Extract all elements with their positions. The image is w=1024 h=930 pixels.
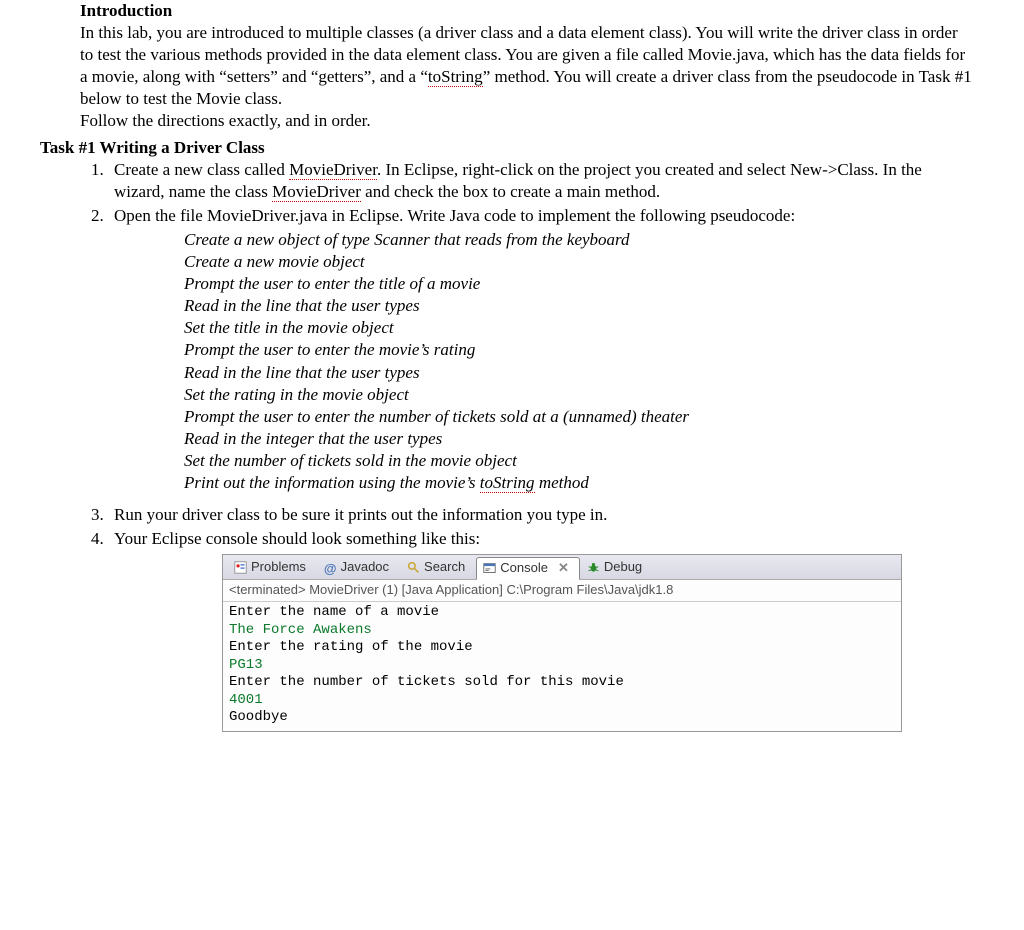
pseudo-last-a: Print out the information using the movi…	[184, 473, 480, 492]
step2-text: Open the file MovieDriver.java in Eclips…	[114, 206, 795, 225]
tab-problems-label: Problems	[251, 559, 306, 576]
tab-problems[interactable]: Problems	[227, 556, 317, 579]
console-icon	[483, 562, 496, 575]
document-page: Introduction In this lab, you are introd…	[0, 0, 1024, 754]
task-heading: Task #1 Writing a Driver Class	[40, 137, 1004, 159]
console-line: Goodbye	[229, 709, 895, 727]
console-line: PG13	[229, 657, 895, 675]
console-output: Enter the name of a movie The Force Awak…	[223, 602, 901, 731]
step1-text-c: and check the box to create a main metho…	[361, 182, 660, 201]
moviedriver-squiggle-2: MovieDriver	[272, 182, 361, 202]
intro-heading: Introduction	[80, 0, 1004, 22]
task-step-2: Open the file MovieDriver.java in Eclips…	[108, 205, 974, 494]
pseudo-line: Prompt the user to enter the movie’s rat…	[184, 339, 974, 361]
tostring-squiggle-1: toString	[428, 67, 483, 87]
tab-debug[interactable]: Debug	[580, 556, 653, 579]
pseudo-line: Print out the information using the movi…	[184, 472, 974, 494]
debug-icon	[587, 561, 600, 574]
console-status-line: <terminated> MovieDriver (1) [Java Appli…	[223, 580, 901, 602]
search-icon	[407, 561, 420, 574]
task-step-3: Run your driver class to be sure it prin…	[108, 504, 974, 526]
pseudo-line: Prompt the user to enter the title of a …	[184, 273, 974, 295]
eclipse-console-panel: Problems @ Javadoc Search	[222, 554, 902, 731]
console-line: Enter the number of tickets sold for thi…	[229, 674, 895, 692]
tab-javadoc[interactable]: @ Javadoc	[317, 556, 400, 579]
javadoc-icon: @	[324, 561, 337, 574]
pseudo-line: Create a new movie object	[184, 251, 974, 273]
tab-javadoc-label: Javadoc	[341, 559, 389, 576]
console-line: 4001	[229, 692, 895, 710]
pseudo-line: Create a new object of type Scanner that…	[184, 229, 974, 251]
tab-search-label: Search	[424, 559, 465, 576]
pseudocode-block: Create a new object of type Scanner that…	[184, 229, 974, 494]
tab-debug-label: Debug	[604, 559, 642, 576]
pseudo-line: Read in the integer that the user types	[184, 428, 974, 450]
close-icon[interactable]: ✕	[558, 560, 569, 577]
pseudo-line: Set the rating in the movie object	[184, 384, 974, 406]
task-step-1: Create a new class called MovieDriver. I…	[108, 159, 974, 203]
pseudo-line: Prompt the user to enter the number of t…	[184, 406, 974, 428]
console-line: Enter the rating of the movie	[229, 639, 895, 657]
intro-body: In this lab, you are introduced to multi…	[80, 22, 974, 132]
tab-console[interactable]: Console ✕	[476, 557, 580, 580]
console-line: The Force Awakens	[229, 622, 895, 640]
intro-follow: Follow the directions exactly, and in or…	[80, 111, 371, 130]
pseudo-line: Set the number of tickets sold in the mo…	[184, 450, 974, 472]
pseudo-line: Read in the line that the user types	[184, 295, 974, 317]
task-steps-list: Create a new class called MovieDriver. I…	[80, 159, 974, 732]
moviedriver-squiggle-1: MovieDriver	[289, 160, 377, 180]
task-step-4: Your Eclipse console should look somethi…	[108, 528, 974, 731]
problems-icon	[234, 561, 247, 574]
console-line: Enter the name of a movie	[229, 604, 895, 622]
step1-text-a: Create a new class called	[114, 160, 289, 179]
step4-text: Your Eclipse console should look somethi…	[114, 529, 480, 548]
pseudo-line: Set the title in the movie object	[184, 317, 974, 339]
eclipse-tab-bar: Problems @ Javadoc Search	[223, 555, 901, 580]
pseudo-line: Read in the line that the user types	[184, 362, 974, 384]
tab-console-label: Console	[500, 560, 548, 577]
pseudo-last-b: method	[535, 473, 589, 492]
tostring-squiggle-2: toString	[480, 473, 535, 493]
tab-search[interactable]: Search	[400, 556, 476, 579]
